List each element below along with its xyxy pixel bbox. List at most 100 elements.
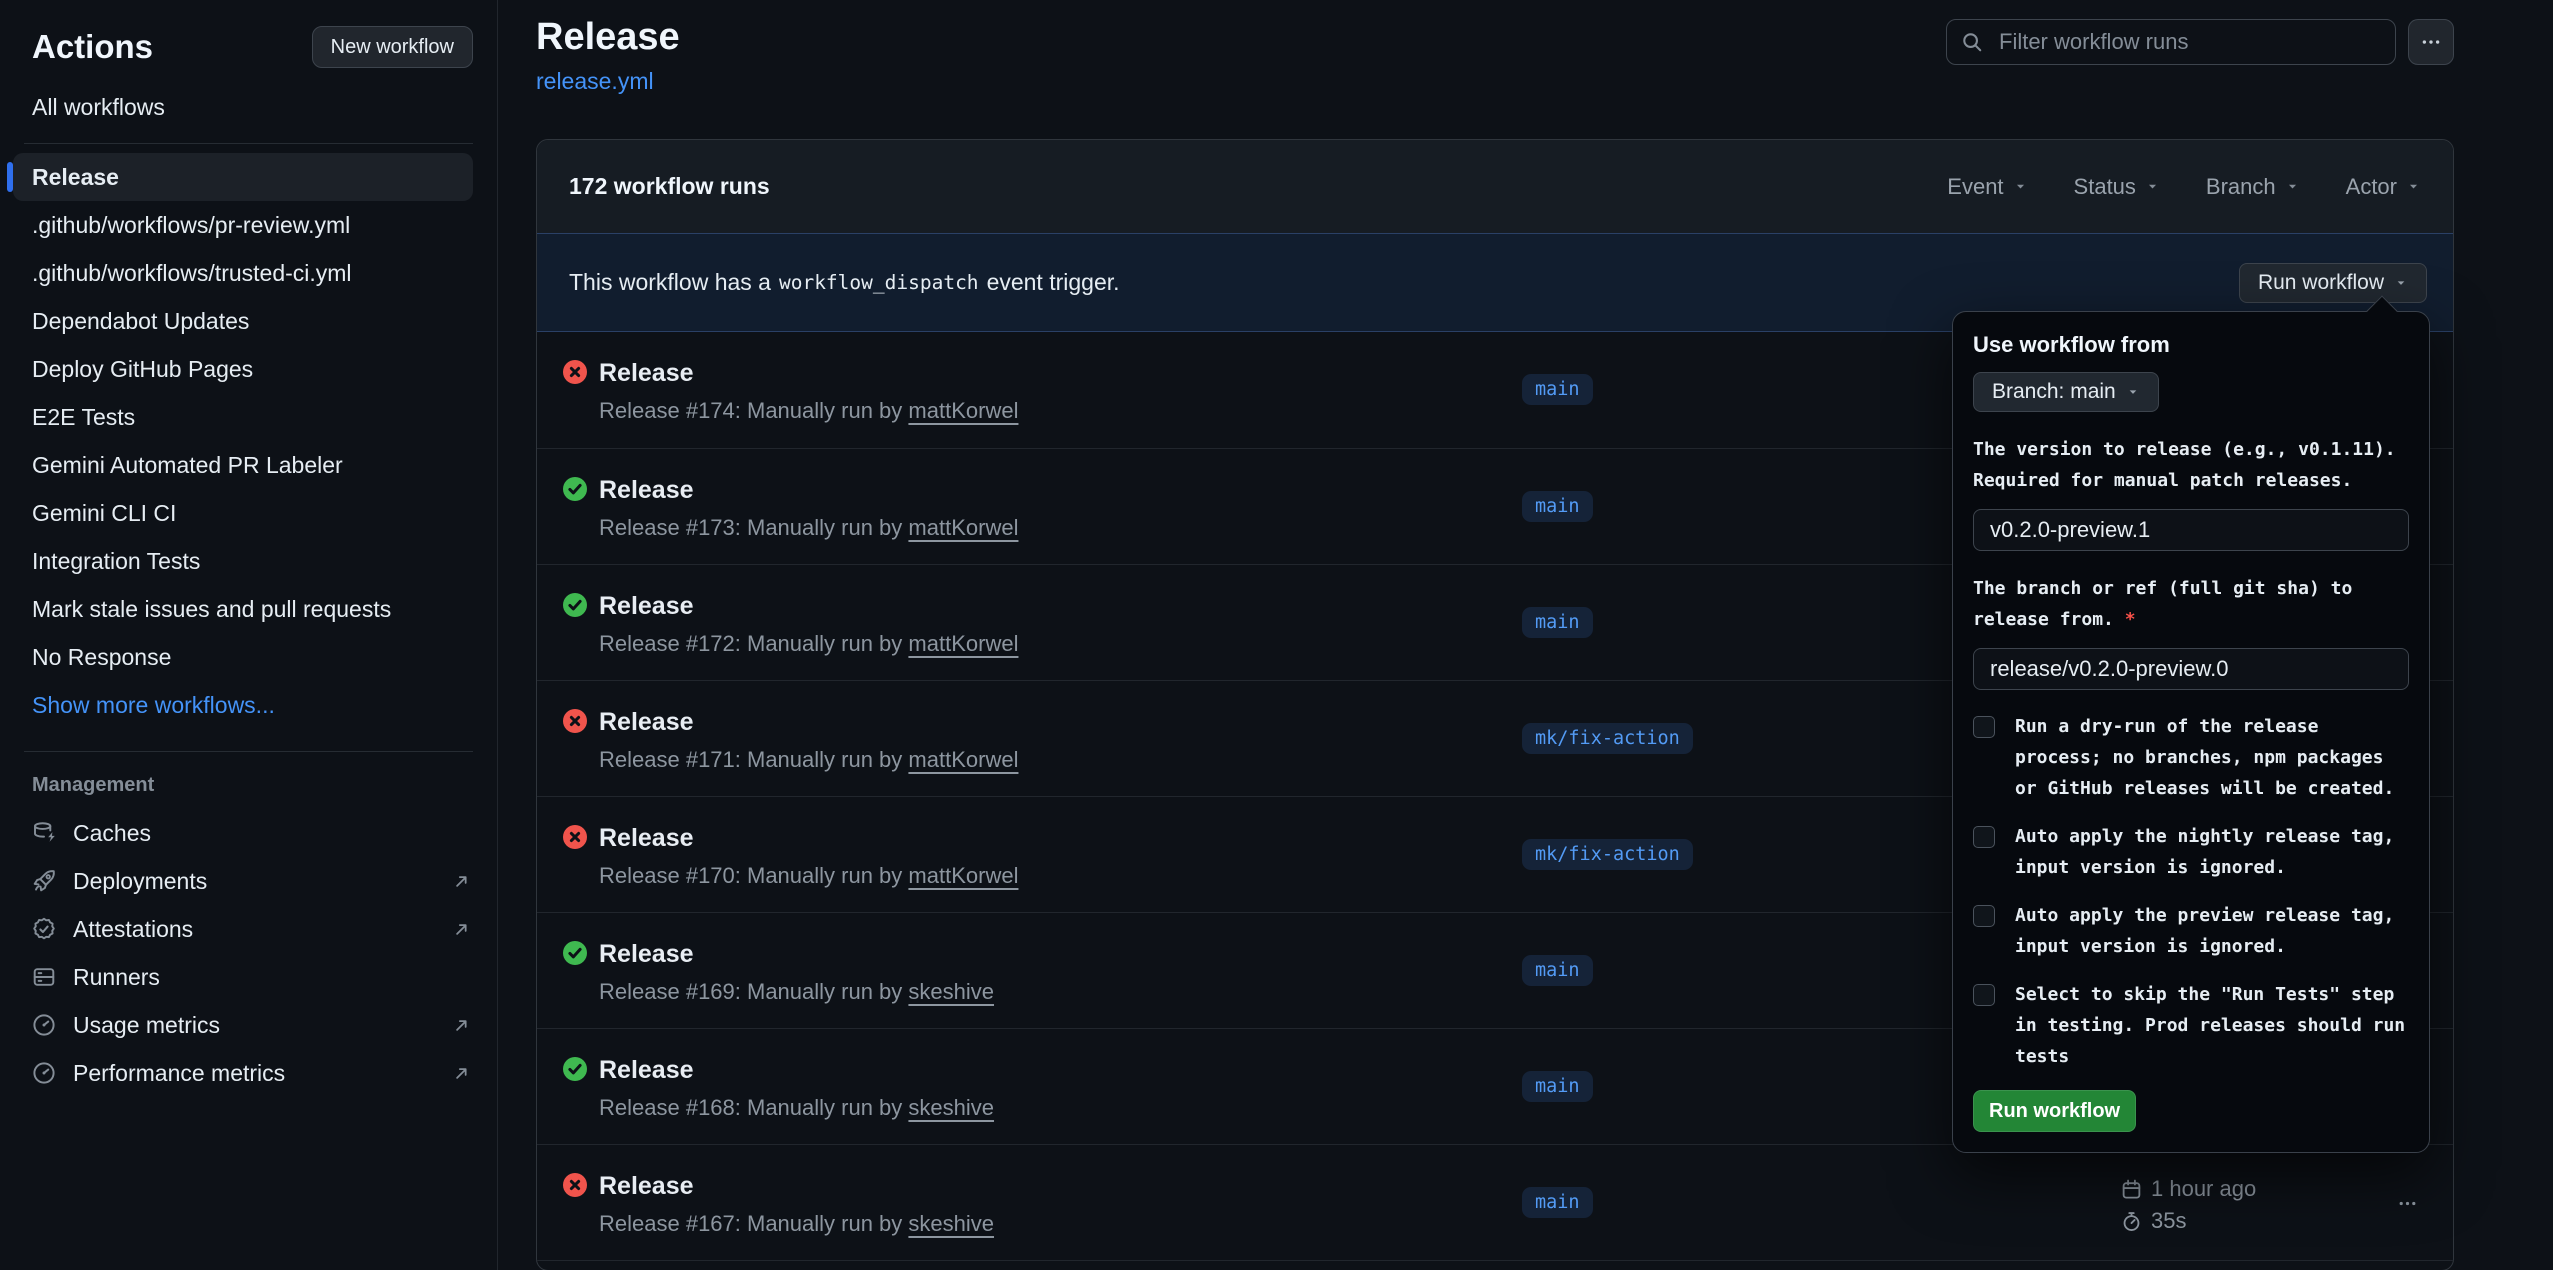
arrow-up-right-icon	[452, 872, 471, 891]
sidebar-item-release[interactable]: Release	[13, 153, 473, 201]
sidebar-item--github-workflows-pr-review-yml[interactable]: .github/workflows/pr-review.yml	[13, 201, 473, 249]
sidebar-item-runners[interactable]: Runners	[0, 953, 497, 1001]
failure-x-icon	[563, 825, 587, 849]
run-title-link[interactable]: Release	[599, 1171, 694, 1201]
branch-badge[interactable]: mk/fix-action	[1522, 839, 1693, 870]
kebab-icon	[2421, 32, 2441, 52]
sidebar-item-mark-stale-issues-and-pull-requests[interactable]: Mark stale issues and pull requests	[13, 585, 473, 633]
run-title-link[interactable]: Release	[599, 1055, 694, 1085]
version-input[interactable]	[1973, 509, 2409, 551]
filter-label: Event	[1947, 174, 2003, 200]
sidebar-item-show-more-workflows[interactable]: Show more workflows...	[13, 681, 473, 729]
run-options-kebab-button[interactable]	[2391, 1187, 2423, 1219]
run-title-link[interactable]: Release	[599, 707, 694, 737]
rocket-icon	[32, 869, 56, 893]
sidebar-item--github-workflows-trusted-ci-yml[interactable]: .github/workflows/trusted-ci.yml	[13, 249, 473, 297]
popover-checkbox-group: Run a dry-run of the release process; no…	[1973, 711, 2409, 1072]
sidebar-item-label: Deployments	[73, 868, 452, 895]
arrow-up-right-icon	[452, 920, 471, 939]
sidebar-item-deployments[interactable]: Deployments	[0, 857, 497, 905]
actor-link[interactable]: skeshive	[908, 1095, 994, 1120]
run-title-link[interactable]: Release	[599, 358, 694, 388]
sidebar-item-label: Attestations	[73, 916, 452, 943]
banner-text-prefix: This workflow has a	[569, 269, 771, 296]
branch-select-button[interactable]: Branch: main	[1973, 372, 2159, 412]
sidebar-item-performance-metrics[interactable]: Performance metrics	[0, 1049, 497, 1097]
actor-link[interactable]: mattKorwel	[908, 863, 1018, 888]
popover-checkbox-label[interactable]: Select to skip the "Run Tests" step in t…	[2015, 979, 2409, 1072]
chevron-down-icon	[2406, 179, 2421, 194]
branch-badge[interactable]: main	[1522, 1071, 1593, 1102]
filter-workflow-runs-input[interactable]	[1946, 19, 2396, 65]
actor-link[interactable]: mattKorwel	[908, 631, 1018, 656]
sidebar-item-no-response[interactable]: No Response	[13, 633, 473, 681]
sidebar-item-usage-metrics[interactable]: Usage metrics	[0, 1001, 497, 1049]
run-title-link[interactable]: Release	[599, 939, 694, 969]
database-icon	[32, 821, 56, 845]
run-title-link[interactable]: Release	[599, 475, 694, 505]
actor-link[interactable]: skeshive	[908, 1211, 994, 1236]
popover-checkbox-label[interactable]: Auto apply the preview release tag, inpu…	[2015, 900, 2409, 962]
popover-checkbox-2[interactable]	[1973, 826, 1995, 848]
sidebar-item-all-workflows[interactable]: All workflows	[32, 94, 497, 121]
sidebar-divider	[24, 143, 473, 144]
workflow-run-row[interactable]: Release Release #167: Manually run by sk…	[537, 1144, 2453, 1260]
sidebar-item-label: Runners	[73, 964, 471, 991]
branch-badge[interactable]: main	[1522, 1187, 1593, 1218]
popover-checkbox-label[interactable]: Auto apply the nightly release tag, inpu…	[2015, 821, 2409, 883]
sidebar-item-deploy-github-pages[interactable]: Deploy GitHub Pages	[13, 345, 473, 393]
success-check-icon	[563, 593, 587, 617]
filter-dropdown-actor[interactable]: Actor	[2346, 174, 2421, 200]
sidebar-item-dependabot-updates[interactable]: Dependabot Updates	[13, 297, 473, 345]
sidebar-item-attestations[interactable]: Attestations	[0, 905, 497, 953]
popover-checkbox-label[interactable]: Run a dry-run of the release process; no…	[2015, 711, 2409, 804]
verified-icon	[32, 917, 56, 941]
run-meta: 1 hour ago 35s	[2121, 1174, 2256, 1236]
branch-badge[interactable]: main	[1522, 491, 1593, 522]
sidebar-item-e2e-tests[interactable]: E2E Tests	[13, 393, 473, 441]
sidebar-item-label: Caches	[73, 820, 471, 847]
ref-input[interactable]	[1973, 648, 2409, 690]
sidebar-item-gemini-automated-pr-labeler[interactable]: Gemini Automated PR Labeler	[13, 441, 473, 489]
run-workflow-dropdown-button[interactable]: Run workflow	[2239, 263, 2427, 303]
actor-link[interactable]: mattKorwel	[908, 398, 1018, 423]
run-workflow-submit-button[interactable]: Run workflow	[1973, 1090, 2136, 1132]
run-workflow-popover: Use workflow from Branch: main The versi…	[1952, 311, 2430, 1153]
branch-badge[interactable]: mk/fix-action	[1522, 723, 1693, 754]
branch-badge[interactable]: main	[1522, 374, 1593, 405]
run-description: Release #174: Manually run by mattKorwel	[599, 398, 1018, 424]
popover-checkbox-3[interactable]	[1973, 905, 1995, 927]
sidebar-item-label: Usage metrics	[73, 1012, 452, 1039]
success-check-icon	[563, 477, 587, 501]
sidebar-item-integration-tests[interactable]: Integration Tests	[13, 537, 473, 585]
arrow-up-right-icon	[452, 1064, 471, 1083]
filter-dropdown-status[interactable]: Status	[2074, 174, 2160, 200]
run-description: Release #168: Manually run by skeshive	[599, 1095, 994, 1121]
run-description: Release #170: Manually run by mattKorwel	[599, 863, 1018, 889]
sidebar-item-caches[interactable]: Caches	[0, 809, 497, 857]
run-title-link[interactable]: Release	[599, 591, 694, 621]
actor-link[interactable]: mattKorwel	[908, 515, 1018, 540]
required-asterisk: *	[2125, 609, 2136, 630]
meter-icon	[32, 1013, 56, 1037]
sidebar-item-gemini-cli-ci[interactable]: Gemini CLI CI	[13, 489, 473, 537]
workflow-list: Release.github/workflows/pr-review.yml.g…	[0, 153, 497, 729]
popover-checkbox-4[interactable]	[1973, 984, 1995, 1006]
branch-badge[interactable]: main	[1522, 955, 1593, 986]
workflow-file-link[interactable]: release.yml	[536, 68, 654, 95]
filter-dropdown-event[interactable]: Event	[1947, 174, 2027, 200]
ref-label-text: The branch or ref (full git sha) to rele…	[1973, 578, 2352, 630]
run-title-link[interactable]: Release	[599, 823, 694, 853]
sidebar-title: Actions	[32, 28, 153, 66]
meter-icon	[32, 1061, 56, 1085]
actor-link[interactable]: skeshive	[908, 979, 994, 1004]
filter-label: Branch	[2206, 174, 2276, 200]
new-workflow-button[interactable]: New workflow	[312, 26, 473, 68]
workflow-options-kebab-button[interactable]	[2408, 19, 2454, 65]
failure-x-icon	[563, 360, 587, 384]
popover-checkbox-1[interactable]	[1973, 716, 1995, 738]
filter-dropdown-branch[interactable]: Branch	[2206, 174, 2300, 200]
actor-link[interactable]: mattKorwel	[908, 747, 1018, 772]
branch-badge[interactable]: main	[1522, 607, 1593, 638]
run-workflow-dropdown-label: Run workflow	[2258, 271, 2384, 295]
